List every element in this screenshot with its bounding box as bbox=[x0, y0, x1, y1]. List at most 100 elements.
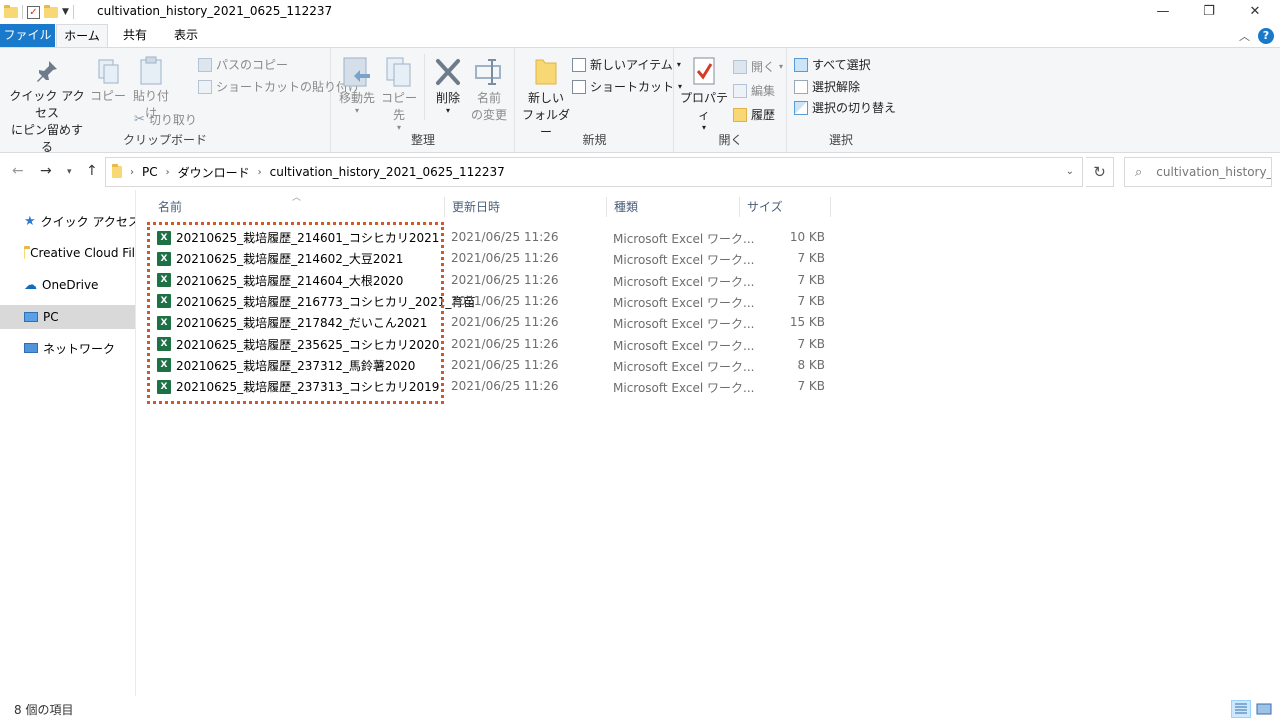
breadcrumb-pc[interactable]: PC bbox=[142, 165, 158, 179]
large-icons-view-button[interactable] bbox=[1254, 700, 1274, 718]
history-icon bbox=[733, 107, 747, 122]
select-all-button[interactable]: すべて選択 bbox=[794, 56, 871, 73]
new-folder-button[interactable]: 新しい フォルダー bbox=[520, 56, 572, 141]
breadcrumb-chevron-icon[interactable]: › bbox=[130, 167, 134, 178]
excel-file-icon: X bbox=[157, 230, 173, 245]
scissors-icon: ✂ bbox=[134, 112, 145, 127]
copy-to-label: コピー先 bbox=[380, 91, 417, 122]
tab-file[interactable]: ファイル bbox=[0, 24, 55, 47]
open-group: プロパティ ▾ 開く ▾ 編集 履歴 開く bbox=[675, 48, 787, 152]
pin-label-1: クイック アクセス bbox=[9, 89, 85, 120]
status-bar: 8 個の項目 bbox=[0, 698, 1280, 720]
divider bbox=[424, 54, 425, 120]
paste-shortcut-icon bbox=[198, 79, 212, 94]
nav-item-pc[interactable]: PC bbox=[0, 305, 135, 329]
properties-label: プロパティ bbox=[679, 91, 728, 122]
open-icon bbox=[733, 59, 747, 74]
select-none-icon bbox=[794, 79, 808, 94]
back-arrow-icon[interactable]: ← bbox=[12, 163, 24, 179]
copy-button[interactable]: コピー bbox=[90, 58, 126, 105]
edit-icon bbox=[733, 83, 747, 98]
file-row[interactable]: X 20210625_栽培履歴_214604_大根2020 2021/06/25 1… bbox=[151, 270, 831, 291]
file-name-cell[interactable]: X 20210625_栽培履歴_237313_コシヒカリ2019 bbox=[157, 378, 439, 395]
new-folder-qat-icon[interactable] bbox=[44, 4, 58, 18]
delete-button[interactable]: 削除 ▾ bbox=[430, 56, 466, 115]
file-name-cell[interactable]: X 20210625_栽培履歴_214601_コシヒカリ2021 bbox=[157, 229, 439, 246]
file-modified: 2021/06/25 11:26 bbox=[451, 293, 559, 308]
breadcrumb-chevron-icon[interactable]: › bbox=[166, 167, 170, 178]
file-name-cell[interactable]: X 20210625_栽培履歴_214604_大根2020 bbox=[157, 272, 403, 289]
up-arrow-icon[interactable]: ↑ bbox=[86, 163, 98, 179]
close-button[interactable]: ✕ bbox=[1232, 0, 1278, 24]
open-button[interactable]: 開く ▾ bbox=[733, 58, 783, 75]
nav-item-onedrive[interactable]: ☁ OneDrive bbox=[0, 273, 135, 297]
file-row[interactable]: X 20210625_栽培履歴_237313_コシヒカリ2019 2021/06/2… bbox=[151, 376, 831, 397]
breadcrumb-chevron-icon[interactable]: › bbox=[258, 167, 262, 178]
file-row[interactable]: X 20210625_栽培履歴_214602_大豆2021 2021/06/25 1… bbox=[151, 248, 831, 269]
details-view-button[interactable] bbox=[1231, 700, 1251, 718]
address-bar[interactable]: › PC › ダウンロード › cultivation_history_2021… bbox=[105, 157, 1083, 187]
search-input[interactable]: cultivation_history_... bbox=[1156, 165, 1271, 179]
new-item-label: 新しいアイテム bbox=[590, 58, 673, 72]
properties-qat-icon[interactable]: ✓ bbox=[27, 5, 40, 19]
column-header-name[interactable]: 名前 bbox=[151, 197, 445, 217]
star-icon: ★ bbox=[24, 213, 36, 229]
tab-view[interactable]: 表示 bbox=[162, 24, 210, 47]
file-row[interactable]: X 20210625_栽培履歴_217842_だいこん2021 2021/06/25… bbox=[151, 312, 831, 333]
select-all-icon bbox=[794, 57, 808, 72]
nav-item-quick-access[interactable]: ★ クイック アクセス bbox=[0, 209, 135, 233]
column-header-modified[interactable]: 更新日時 bbox=[445, 197, 607, 217]
cut-button[interactable]: ✂ 切り取り bbox=[134, 111, 197, 128]
tab-share[interactable]: 共有 bbox=[112, 24, 158, 47]
file-name-cell[interactable]: X 20210625_栽培履歴_214602_大豆2021 bbox=[157, 250, 403, 267]
copy-path-button[interactable]: パスのコピー bbox=[198, 56, 288, 73]
search-box[interactable]: ⌕ cultivation_history_... bbox=[1124, 157, 1272, 187]
file-row[interactable]: X 20210625_栽培履歴_214601_コシヒカリ2021 2021/06/2… bbox=[151, 227, 831, 248]
nav-item-label: ネットワーク bbox=[43, 341, 116, 356]
file-name-cell[interactable]: X 20210625_栽培履歴_216773_コシヒカリ_2021_育苗 bbox=[157, 293, 475, 310]
shortcut-button[interactable]: ショートカット ▾ bbox=[572, 78, 682, 95]
customize-qat-chevron-icon[interactable]: ▼ bbox=[62, 7, 69, 17]
move-to-button[interactable]: 移動先 ▾ bbox=[336, 56, 378, 115]
excel-file-icon: X bbox=[157, 294, 173, 309]
new-item-icon bbox=[572, 57, 586, 72]
rename-button[interactable]: 名前 の変更 bbox=[468, 56, 510, 124]
new-item-button[interactable]: 新しいアイテム ▾ bbox=[572, 56, 681, 73]
history-button[interactable]: 履歴 bbox=[733, 106, 775, 123]
column-header-type[interactable]: 種類 bbox=[607, 197, 740, 217]
tab-home[interactable]: ホーム bbox=[56, 24, 108, 48]
move-to-label: 移動先 bbox=[338, 91, 375, 105]
invert-selection-button[interactable]: 選択の切り替え bbox=[794, 99, 896, 116]
address-dropdown-chevron-icon[interactable]: ⌄ bbox=[1066, 166, 1074, 177]
nav-item-creative-cloud[interactable]: Creative Cloud Fil bbox=[0, 241, 135, 265]
file-name-cell[interactable]: X 20210625_栽培履歴_235625_コシヒカリ2020 bbox=[157, 336, 439, 353]
select-none-button[interactable]: 選択解除 bbox=[794, 78, 860, 95]
file-row[interactable]: X 20210625_栽培履歴_235625_コシヒカリ2020 2021/06/2… bbox=[151, 334, 831, 355]
edit-button[interactable]: 編集 bbox=[733, 82, 775, 99]
file-row[interactable]: X 20210625_栽培履歴_237312_馬鈴薯2020 2021/06/25 … bbox=[151, 355, 831, 376]
file-name-cell[interactable]: X 20210625_栽培履歴_217842_だいこん2021 bbox=[157, 314, 427, 331]
collapse-ribbon-chevron-icon[interactable]: ︿ bbox=[1239, 28, 1250, 44]
file-name: 20210625_栽培履歴_214604_大根2020 bbox=[176, 273, 404, 288]
breadcrumb-downloads[interactable]: ダウンロード bbox=[178, 164, 250, 181]
breadcrumb-current-folder[interactable]: cultivation_history_2021_0625_112237 bbox=[270, 165, 505, 179]
properties-button[interactable]: プロパティ ▾ bbox=[677, 56, 731, 132]
refresh-button[interactable]: ↻ bbox=[1086, 157, 1114, 187]
minimize-button[interactable]: — bbox=[1140, 0, 1186, 24]
copy-path-label: パスのコピー bbox=[216, 58, 289, 72]
open-chevron-icon: ▾ bbox=[779, 62, 784, 71]
file-type: Microsoft Excel ワーク... bbox=[613, 317, 755, 332]
nav-item-network[interactable]: ネットワーク bbox=[0, 336, 135, 360]
file-type: Microsoft Excel ワーク... bbox=[613, 253, 755, 268]
recent-locations-chevron-icon[interactable]: ▾ bbox=[67, 167, 72, 177]
forward-arrow-icon[interactable]: → bbox=[40, 163, 52, 179]
cut-label: 切り取り bbox=[148, 113, 197, 127]
copy-to-button[interactable]: コピー先 ▾ bbox=[378, 56, 420, 132]
file-name-cell[interactable]: X 20210625_栽培履歴_237312_馬鈴薯2020 bbox=[157, 357, 415, 374]
restore-button[interactable]: ❐ bbox=[1186, 0, 1232, 24]
help-icon[interactable]: ? bbox=[1258, 28, 1274, 44]
file-row[interactable]: X 20210625_栽培履歴_216773_コシヒカリ_2021_育苗 2021/… bbox=[151, 291, 831, 312]
help-area: ︿ ? bbox=[1239, 28, 1274, 44]
column-header-size[interactable]: サイズ bbox=[740, 197, 831, 217]
excel-file-icon: X bbox=[157, 273, 173, 288]
